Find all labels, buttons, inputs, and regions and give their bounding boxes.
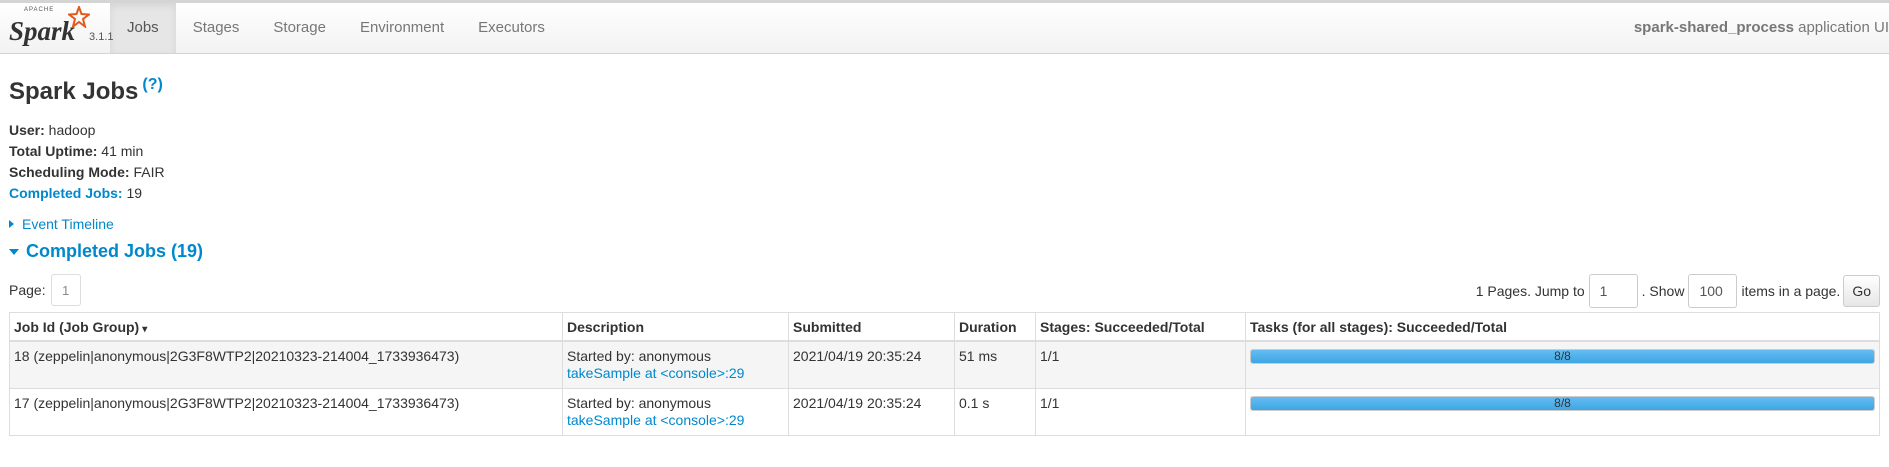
tasks-progress-bar: 8/8: [1250, 349, 1875, 364]
navbar: APACHE Spark 3.1.1 Jobs Stages Storage E…: [0, 3, 1889, 54]
pages-count-text: 1 Pages. Jump to: [1475, 283, 1585, 299]
table-header-row: Job Id (Job Group) ▾ Description Submitte…: [9, 312, 1880, 342]
completed-jobs-link[interactable]: Completed Jobs:: [9, 185, 123, 201]
started-by-text: Started by: anonymous: [567, 395, 711, 411]
page-title: Spark Jobs (?): [9, 54, 1880, 106]
submitted-cell: 2021/04/19 20:35:24: [788, 340, 955, 389]
main-content: Spark Jobs (?) User: hadoop Total Uptime:…: [0, 54, 1889, 436]
job-id-cell: 17 (zeppelin|anonymous|2G3F8WTP2|2021032…: [9, 388, 563, 436]
jobs-table: Job Id (Job Group) ▾ Description Submitte…: [9, 312, 1880, 436]
sort-desc-icon: ▾: [142, 324, 148, 335]
tasks-progress-bar: 8/8: [1250, 396, 1875, 411]
job-description-link[interactable]: takeSample at <console>:29: [567, 412, 784, 429]
page-form: 1 Pages. Jump to . Show items in a page.…: [1476, 274, 1880, 308]
user-value: hadoop: [44, 122, 96, 138]
summary-completed-jobs: Completed Jobs: 19: [9, 183, 1880, 204]
started-by-text: Started by: anonymous: [567, 348, 711, 364]
stages-cell: 1/1: [1035, 388, 1246, 436]
caret-down-icon: [9, 248, 19, 255]
header-submitted[interactable]: Submitted: [788, 312, 955, 342]
pagination: Page: 1 1 Pages. Jump to . Show items in…: [9, 270, 1880, 308]
page-label: Page:: [9, 282, 46, 298]
header-duration[interactable]: Duration: [954, 312, 1036, 342]
go-button[interactable]: Go: [1843, 275, 1880, 307]
header-job-id[interactable]: Job Id (Job Group) ▾: [9, 312, 563, 342]
tasks-cell: 8/8: [1245, 388, 1880, 436]
app-name: spark-shared_process: [1633, 19, 1794, 36]
submitted-cell: 2021/04/19 20:35:24: [788, 388, 955, 436]
summary-list: User: hadoop Total Uptime: 41 min Schedu…: [9, 120, 1880, 204]
jump-to-page-input[interactable]: [1588, 274, 1638, 308]
completed-jobs-value: 19: [122, 185, 143, 201]
uptime-value: 41 min: [97, 143, 144, 159]
page-nav: Page: 1: [9, 274, 81, 306]
job-description-link[interactable]: takeSample at <console>:29: [567, 365, 784, 382]
mode-label: Scheduling Mode:: [9, 164, 130, 180]
description-cell: Started by: anonymous takeSample at <con…: [562, 388, 789, 436]
tasks-cell: 8/8: [1245, 340, 1880, 389]
header-job-id-label: Job Id (Job Group): [14, 319, 140, 335]
items-per-page-text: items in a page.: [1741, 283, 1841, 299]
header-description[interactable]: Description: [562, 312, 789, 342]
tab-executors[interactable]: Executors: [461, 3, 562, 53]
page-number-button[interactable]: 1: [50, 274, 81, 306]
show-text: . Show: [1641, 283, 1685, 299]
completed-jobs-toggle[interactable]: Completed Jobs (19): [9, 241, 1880, 262]
page-size-input[interactable]: [1688, 274, 1738, 308]
description-cell: Started by: anonymous takeSample at <con…: [562, 340, 789, 389]
stages-cell: 1/1: [1035, 340, 1246, 389]
app-suffix: application UI: [1793, 19, 1889, 36]
header-tasks[interactable]: Tasks (for all stages): Succeeded/Total: [1245, 312, 1880, 342]
tab-storage[interactable]: Storage: [256, 3, 343, 53]
spark-logo[interactable]: APACHE Spark 3.1.1: [0, 3, 114, 53]
summary-uptime: Total Uptime: 41 min: [9, 141, 1880, 162]
tab-jobs[interactable]: Jobs: [110, 3, 176, 53]
event-timeline-label: Event Timeline: [22, 216, 114, 232]
spark-star-icon: [68, 6, 90, 28]
tab-stages[interactable]: Stages: [176, 3, 257, 53]
logo-apache-text: APACHE: [24, 7, 55, 13]
event-timeline-toggle[interactable]: Event Timeline: [9, 216, 1880, 232]
uptime-label: Total Uptime:: [9, 143, 98, 159]
header-stages[interactable]: Stages: Succeeded/Total: [1035, 312, 1246, 342]
logo-spark-text: Spark: [9, 16, 76, 46]
summary-user: User: hadoop: [9, 120, 1880, 141]
tasks-progress-label: 8/8: [1554, 396, 1571, 410]
duration-cell: 51 ms: [954, 340, 1036, 389]
help-link[interactable]: (?): [142, 76, 162, 93]
tab-environment[interactable]: Environment: [343, 3, 461, 53]
caret-right-icon: [9, 220, 14, 228]
duration-cell: 0.1 s: [954, 388, 1036, 436]
job-id-cell: 18 (zeppelin|anonymous|2G3F8WTP2|2021032…: [9, 340, 563, 389]
user-label: User:: [9, 122, 45, 138]
application-title: spark-shared_process application UI: [1634, 3, 1889, 52]
mode-value: FAIR: [129, 164, 165, 180]
tasks-progress-label: 8/8: [1554, 349, 1571, 363]
table-row: 18 (zeppelin|anonymous|2G3F8WTP2|2021032…: [9, 340, 1880, 389]
summary-scheduling-mode: Scheduling Mode: FAIR: [9, 162, 1880, 183]
table-row: 17 (zeppelin|anonymous|2G3F8WTP2|2021032…: [9, 388, 1880, 436]
version-label: 3.1.1: [89, 31, 114, 43]
nav-tabs: Jobs Stages Storage Environment Executor…: [110, 3, 562, 53]
page-title-text: Spark Jobs: [9, 78, 139, 105]
completed-jobs-heading: Completed Jobs (19): [26, 241, 204, 261]
